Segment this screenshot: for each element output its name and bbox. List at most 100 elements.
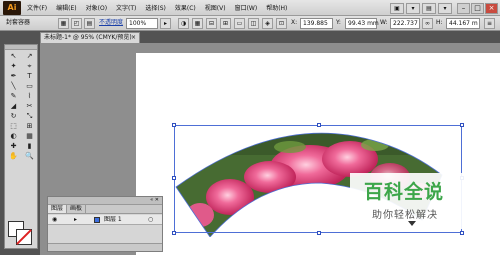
menu-file[interactable]: 文件(F) <box>27 3 47 12</box>
envelope-edit-icon[interactable]: ▦ <box>58 18 69 29</box>
layers-panel-header[interactable]: « ✕ <box>48 197 162 205</box>
handle-bottom-center[interactable] <box>317 231 321 235</box>
pencil-tool-icon[interactable]: ✎ <box>6 92 21 101</box>
menu-view[interactable]: 视图(V) <box>205 3 226 12</box>
line-tool-icon[interactable]: ╲ <box>6 82 21 91</box>
menu-bar: Ai 文件(F) 编辑(E) 对象(O) 文字(T) 选择(S) 效果(C) 视… <box>0 0 500 16</box>
style-icon[interactable]: ▦ <box>192 18 203 29</box>
envelope-options-icon[interactable]: ▤ <box>84 18 95 29</box>
pen-tool-icon[interactable]: ✒ <box>6 72 21 81</box>
fill-stroke-swatch[interactable] <box>8 221 34 245</box>
zoom-tool-icon[interactable]: 🔍 <box>22 152 37 161</box>
tab-artboards[interactable]: 画板 <box>67 205 87 213</box>
menu-window[interactable]: 窗口(W) <box>235 3 258 12</box>
w-label: W: <box>380 19 388 26</box>
distribute-icon[interactable]: ⊞ <box>220 18 231 29</box>
opacity-field[interactable]: 100% <box>126 18 158 29</box>
menu-help[interactable]: 帮助(H) <box>266 3 287 12</box>
shape-builder-tool-icon[interactable]: ⊞ <box>22 122 37 131</box>
lasso-tool-icon[interactable]: ⌖ <box>22 62 37 71</box>
cursor-arrow-icon <box>408 221 416 226</box>
watermark-title: 百科全说 <box>364 181 445 203</box>
h-field[interactable]: 44.167 m <box>446 18 480 29</box>
tools-panel: ↖ ↗ ✦ ⌖ ✒ T ╲ ▭ ✎ ⌇ ◢ ✂ ↻ ⤡ ⬚ ⊞ ◐ ▦ ✚ ▮ … <box>4 44 38 249</box>
transform-icon[interactable]: ▭ <box>234 18 245 29</box>
control-panel-menu-icon[interactable]: ≡ <box>484 18 495 29</box>
bridge-button[interactable]: ▣ <box>390 2 404 14</box>
layer-name[interactable]: 图层 1 <box>104 215 122 225</box>
constrain-link-icon[interactable]: ∞ <box>422 18 433 29</box>
w-field[interactable]: 222.737 <box>390 18 420 29</box>
recolor-icon[interactable]: ◑ <box>178 18 189 29</box>
document-tab-title: 未标题-1* @ 95% (CMYK/预览) <box>44 34 132 41</box>
window-controls: – □ × <box>456 2 498 14</box>
menu-edit[interactable]: 编辑(E) <box>56 3 76 12</box>
brush-tool-icon[interactable]: ⌇ <box>22 92 37 101</box>
watermark-badge: 百科全说 助你轻松解决 <box>350 173 466 229</box>
column-graph-tool-icon[interactable]: ▮ <box>22 142 37 151</box>
document-tab[interactable]: 未标题-1* @ 95% (CMYK/预览) × <box>40 32 140 43</box>
handle-top-left[interactable] <box>172 123 176 127</box>
menu-effect[interactable]: 效果(C) <box>175 3 196 12</box>
envelope-container-label: 封套容器 <box>6 19 31 26</box>
type-tool-icon[interactable]: T <box>22 72 37 81</box>
arrange-documents-button[interactable]: ▤ <box>422 2 436 14</box>
watermark-subtitle: 助你轻松解决 <box>372 210 438 221</box>
hand-tool-icon[interactable]: ✋ <box>6 152 21 161</box>
bridge-dropdown-icon[interactable]: ▾ <box>406 2 420 14</box>
layers-panel-tabs: 图层 画板 <box>48 205 162 214</box>
control-bar: 封套容器 ▦ ◰ ▤ 不透明度 100% ▸ ◑ ▦ ⊟ ⊞ ▭ ◫ ◈ ⊡ X… <box>0 16 500 31</box>
close-tab-icon[interactable]: × <box>131 33 136 43</box>
mesh-tool-icon[interactable]: ▦ <box>22 132 37 141</box>
app-logo: Ai <box>3 0 21 15</box>
gradient-tool-icon[interactable]: ◐ <box>6 132 21 141</box>
handle-middle-left[interactable] <box>172 176 176 180</box>
handle-bottom-left[interactable] <box>172 231 176 235</box>
x-label: X: <box>291 19 298 26</box>
y-label: Y: <box>336 19 341 26</box>
layers-panel-footer <box>48 243 162 251</box>
panel-collapse-close-icons[interactable]: « ✕ <box>150 197 159 204</box>
layer-row[interactable]: ◉ ▸ 图层 1 ○ <box>48 215 162 225</box>
menu-list: 文件(F) 编辑(E) 对象(O) 文字(T) 选择(S) 效果(C) 视图(V… <box>27 3 296 12</box>
scissors-tool-icon[interactable]: ✂ <box>22 102 37 111</box>
minimize-button[interactable]: – <box>457 2 470 14</box>
arrange-dropdown-icon[interactable]: ▾ <box>438 2 452 14</box>
expand-arrow-icon[interactable]: ▸ <box>74 215 77 225</box>
symbol-sprayer-tool-icon[interactable]: ✚ <box>6 142 21 151</box>
visibility-eye-icon[interactable]: ◉ <box>52 215 57 225</box>
tool-grid: ↖ ↗ ✦ ⌖ ✒ T ╲ ▭ ✎ ⌇ ◢ ✂ ↻ ⤡ ⬚ ⊞ ◐ ▦ ✚ ▮ … <box>5 50 37 163</box>
handle-top-center[interactable] <box>317 123 321 127</box>
opacity-dropdown-icon[interactable]: ▸ <box>160 18 171 29</box>
x-field[interactable]: 139.885 <box>300 18 333 29</box>
opacity-label[interactable]: 不透明度 <box>99 18 123 29</box>
direct-selection-tool-icon[interactable]: ↗ <box>22 52 37 61</box>
reference-point-icon[interactable]: ⊡ <box>276 18 287 29</box>
layers-panel: « ✕ 图层 画板 ◉ ▸ 图层 1 ○ <box>47 196 163 252</box>
handle-bottom-right[interactable] <box>460 231 464 235</box>
isolate-icon[interactable]: ◈ <box>262 18 273 29</box>
scale-tool-icon[interactable]: ⤡ <box>22 112 37 121</box>
align-icon[interactable]: ⊟ <box>206 18 217 29</box>
menu-type[interactable]: 文字(T) <box>116 3 136 12</box>
layer-color-swatch <box>94 217 100 223</box>
y-field[interactable]: 99.43 mm <box>345 18 379 29</box>
stroke-swatch-none[interactable] <box>16 229 32 245</box>
maximize-button[interactable]: □ <box>471 2 484 14</box>
rectangle-tool-icon[interactable]: ▭ <box>22 82 37 91</box>
magic-wand-tool-icon[interactable]: ✦ <box>6 62 21 71</box>
close-button[interactable]: × <box>485 2 498 14</box>
eraser-tool-icon[interactable]: ◢ <box>6 102 21 111</box>
layer-target-icon[interactable]: ○ <box>148 215 153 225</box>
menubar-right-controls: ▣ ▾ ▤ ▾ – □ × <box>388 1 498 15</box>
selection-tool-icon[interactable]: ↖ <box>6 52 21 61</box>
handle-top-right[interactable] <box>460 123 464 127</box>
pathfinder-icon[interactable]: ◫ <box>248 18 259 29</box>
h-label: H: <box>436 19 443 26</box>
envelope-contents-icon[interactable]: ◰ <box>71 18 82 29</box>
rotate-tool-icon[interactable]: ↻ <box>6 112 21 121</box>
tab-layers[interactable]: 图层 <box>48 205 68 213</box>
free-transform-tool-icon[interactable]: ⬚ <box>6 122 21 131</box>
menu-select[interactable]: 选择(S) <box>145 3 166 12</box>
menu-object[interactable]: 对象(O) <box>86 3 107 12</box>
